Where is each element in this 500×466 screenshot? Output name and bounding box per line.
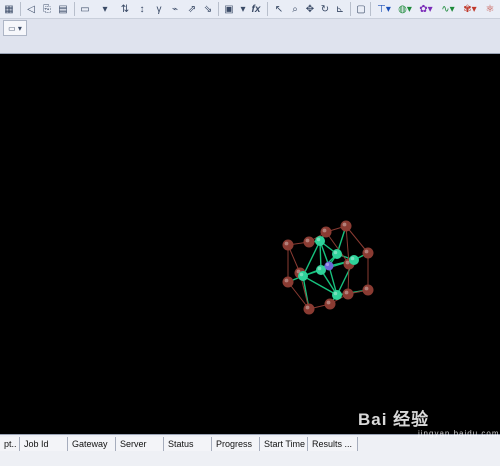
molecule-icon[interactable]: ✾▾ [460,1,480,17]
atom-brown[interactable] [320,226,332,238]
atom-highlight [325,262,330,267]
measure-icon[interactable]: ⊾ [333,1,347,17]
atom-highlight [350,256,355,261]
atom-purple[interactable] [324,261,334,271]
atom-highlight [345,260,350,265]
atom-brown[interactable] [362,284,374,296]
copy-icon[interactable]: ⎘ [40,1,54,17]
view-selector-button[interactable]: ▭ ▾ [3,20,27,36]
column-header[interactable]: Job Id [20,437,68,451]
column-header[interactable]: Results ... [308,437,358,451]
main-toolbar: ▦ ◁ ⎘ ▤ ▭ ▾ ⇅ ↕ γ ⌁ ⇗ ⇘ ▣ ▾ fx ↖ ⌕ ✥ ↻ ⊾… [0,0,500,19]
atom-highlight [317,266,322,271]
toolbar-divider [350,2,351,16]
atom-highlight [299,272,304,277]
toolbar-divider [370,2,371,16]
toolbar-divider [74,2,75,16]
atom-brown[interactable] [282,276,294,288]
import-icon[interactable]: ⇘ [201,1,215,17]
atom-highlight [305,238,310,243]
chevron-down-icon[interactable]: ▾ [95,1,115,17]
chevron-down-icon[interactable]: ▾ [238,1,248,17]
window-icon[interactable]: ▭ [78,1,92,17]
column-header[interactable]: Start Time [260,437,308,451]
atom-green[interactable] [315,236,325,246]
column-header[interactable]: pt.. [0,437,20,451]
move-icon[interactable]: ✥ [303,1,317,17]
watermark-subtext: jingyan.baidu.com [418,429,500,438]
toolbar-divider [267,2,268,16]
document-icon[interactable]: ▢ [354,1,368,17]
atom-icon[interactable]: ⚛ [481,1,499,17]
spectrum-icon[interactable]: ∿▾ [437,1,459,17]
sphere-icon[interactable]: ◍▾ [395,1,415,17]
atom-green[interactable] [332,249,342,259]
atom-brown[interactable] [324,298,336,310]
column-header[interactable]: Progress [212,437,260,451]
column-header[interactable]: Status [164,437,212,451]
atom-highlight [342,222,347,227]
atom-highlight [333,250,338,255]
atom-highlight [333,291,338,296]
atom-brown[interactable] [362,247,374,259]
rotate-icon[interactable]: ↻ [318,1,332,17]
atom-highlight [344,290,349,295]
atom-green[interactable] [316,265,326,275]
color-icon[interactable]: ✿▾ [416,1,436,17]
watermark: Bai 经验 jingyan.baidu.com [358,405,498,445]
watermark-text: Bai 经验 [358,410,430,429]
column-header[interactable]: Gateway [68,437,116,451]
sort-icon[interactable]: ↕ [135,1,149,17]
atom-brown[interactable] [303,303,315,315]
bond-icon[interactable]: ⊤▾ [374,1,394,17]
atom-brown[interactable] [342,288,354,300]
atom-highlight [364,249,369,254]
atom-highlight [364,286,369,291]
atom-highlight [284,241,289,246]
atom-highlight [284,278,289,283]
secondary-toolbar: ▭ ▾ [0,19,500,54]
atom-brown[interactable] [303,236,315,248]
atom-brown[interactable] [282,239,294,251]
toolbar-divider [218,2,219,16]
filter-icon[interactable]: ⌁ [168,1,182,17]
atom-green[interactable] [298,271,308,281]
atom-highlight [326,300,331,305]
sort-icon[interactable]: ⇅ [118,1,132,17]
atom-highlight [305,305,310,310]
atom-highlight [322,228,327,233]
toolbar-divider [20,2,21,16]
molecule-canvas[interactable] [0,54,500,434]
atom-green[interactable] [349,255,359,265]
atom-highlight [316,237,321,242]
zoom-icon[interactable]: ⌕ [288,1,302,17]
arrow-left-icon[interactable]: ◁ [24,1,38,17]
window-icon: ▭ ▾ [8,23,22,33]
atom-brown[interactable] [340,220,352,232]
column-header[interactable]: Server [116,437,164,451]
fx-button[interactable]: fx [249,1,263,17]
select-arrow-icon[interactable]: ↖ [272,1,286,17]
dock-panel-icon[interactable]: ▦ [2,1,16,17]
export-icon[interactable]: ⇗ [185,1,199,17]
3d-viewer[interactable] [0,54,500,434]
atom-green[interactable] [332,290,342,300]
table-icon[interactable]: ▤ [56,1,70,17]
calculator-icon[interactable]: ▣ [222,1,236,17]
function-icon[interactable]: γ [152,1,166,17]
